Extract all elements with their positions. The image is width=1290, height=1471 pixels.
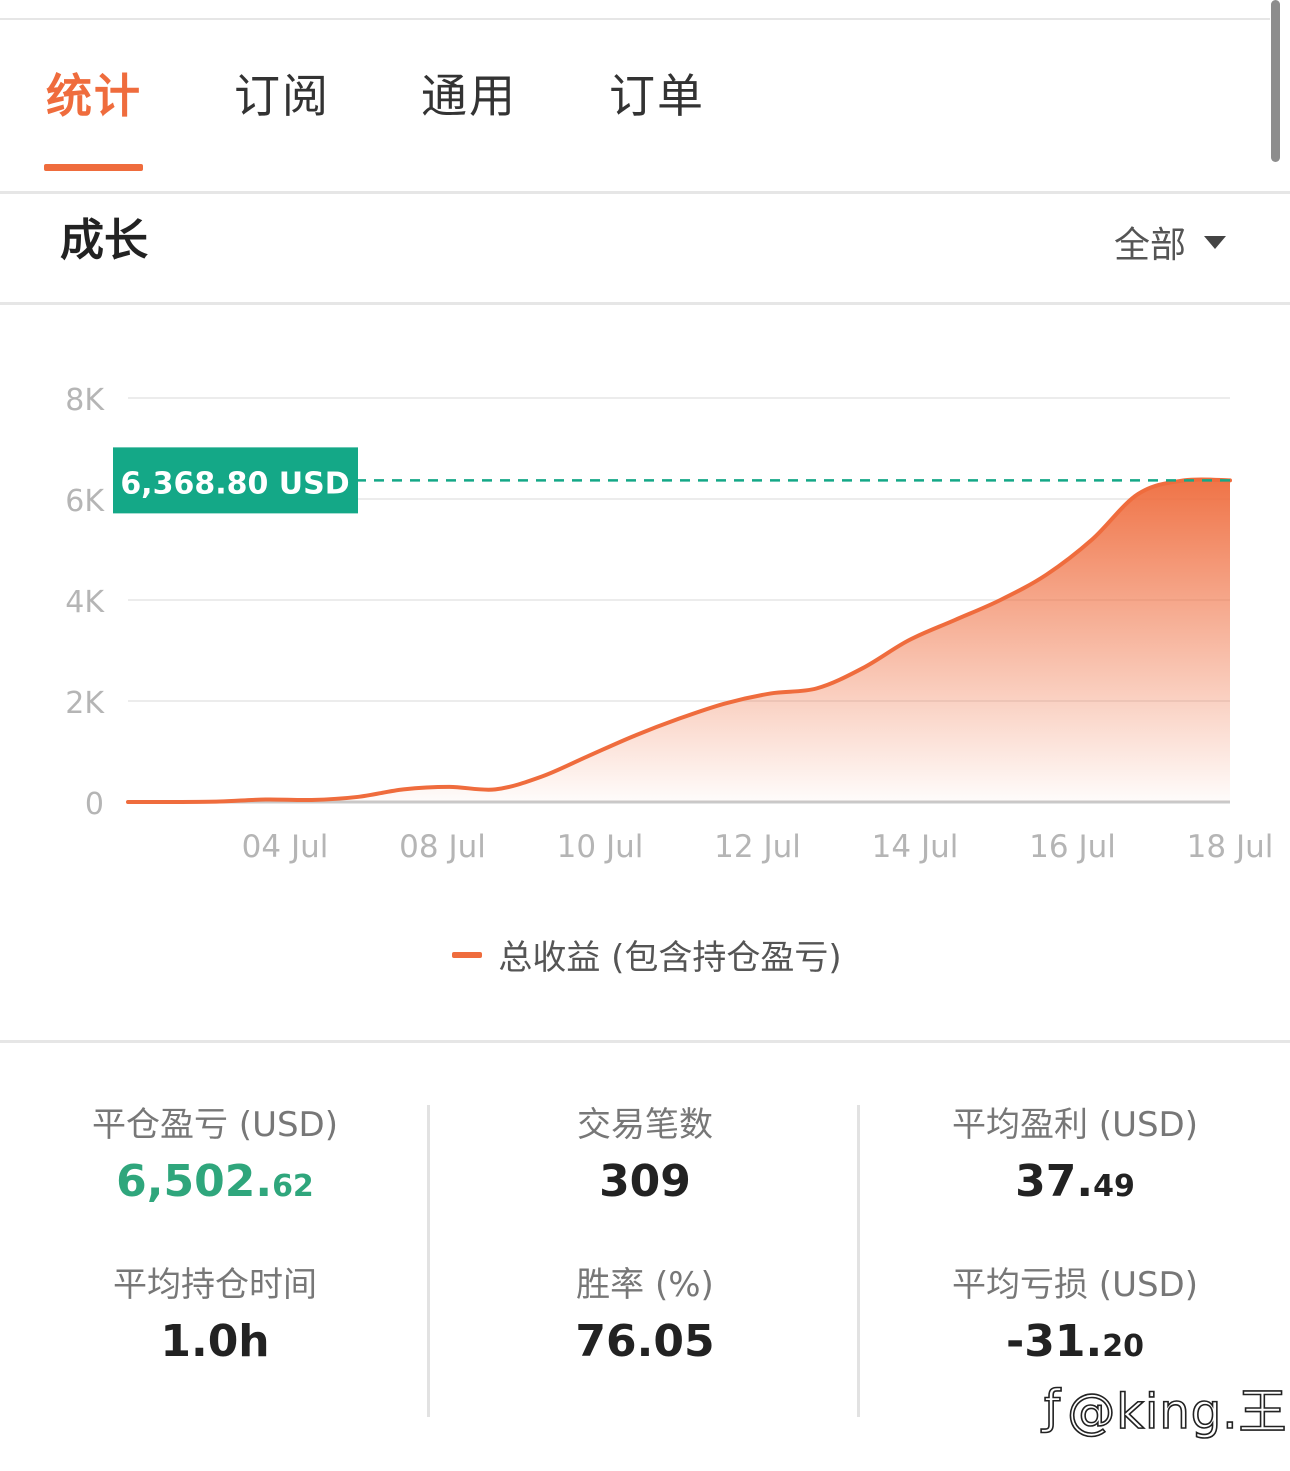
y-tick-label: 6K [65,484,105,519]
stat-label: 平均持仓时间 [113,1265,317,1305]
y-tick-label: 0 [85,787,104,822]
x-tick-label: 14 Jul [872,829,959,865]
stat-value-int: 1.0h [160,1316,270,1367]
stat-value-int: 37. [1015,1156,1094,1207]
tab-orders[interactable]: 订单 [609,68,705,124]
stat-value: 76.05 [430,1316,860,1373]
tab-statistics[interactable]: 统计 [46,68,142,124]
stat-label: 平均亏损 (USD) [952,1265,1198,1305]
tab-bar-divider [0,191,1290,194]
stat-win-rate: 胜率 (%) 76.05 [430,1260,860,1373]
chart-legend: 总收益 (包含持仓盈亏) [0,930,1290,979]
y-tick-label: 2K [65,686,105,721]
stat-value-frac: 20 [1102,1329,1144,1364]
caret-down-icon [1204,235,1227,249]
watermark: ƒ @king.王 [1043,1372,1288,1442]
range-dropdown-label: 全部 [1114,225,1187,266]
stat-label: 平仓盈亏 (USD) [92,1105,338,1145]
stat-value-frac: 49 [1093,1169,1135,1204]
stat-value: -31.20 [860,1316,1290,1373]
y-tick-label: 8K [65,383,105,418]
legend-label: 总收益 (包含持仓盈亏) [498,938,842,978]
growth-chart-svg: 0 2K 4K 6K 8K 04 Jul 08 Jul 10 Jul 12 Jul 14 Jul… [65,383,1274,865]
section-divider [0,302,1290,305]
stat-label: 交易笔数 [577,1105,713,1145]
x-tick-label: 16 Jul [1029,829,1116,865]
series-area [128,479,1230,803]
x-tick-label: 10 Jul [557,829,644,865]
legend-divider [0,1040,1290,1043]
x-tick-label: 18 Jul [1187,829,1274,865]
legend-swatch [452,951,483,958]
stat-value: 37.49 [860,1156,1290,1213]
tab-bar: 统计 订阅 通用 订单 [0,20,1290,194]
zhihu-icon: ƒ [1043,1379,1062,1435]
stats-column-1: 平仓盈亏 (USD) 6,502.62 平均持仓时间 1.0h [0,1100,430,1420]
watermark-text: @king.王 [1066,1383,1288,1441]
stat-label: 胜率 (%) [576,1265,714,1305]
statistics-page: 统计 订阅 通用 订单 成长 全部 0 2K 4K 6K 8K 04 Jul 08 Jul… [0,0,1290,1471]
stat-trade-count: 交易笔数 309 [430,1100,860,1213]
stat-value-int: 6,502. [116,1156,273,1207]
stat-value-int: -31. [1006,1316,1103,1367]
stat-avg-profit: 平均盈利 (USD) 37.49 [860,1100,1290,1213]
stat-label: 平均盈利 (USD) [952,1105,1198,1145]
tab-general[interactable]: 通用 [421,68,517,124]
stat-avg-holding-time: 平均持仓时间 1.0h [0,1260,430,1373]
stat-value-int: 309 [599,1156,691,1207]
stats-column-2: 交易笔数 309 胜率 (%) 76.05 [430,1100,860,1420]
current-value-label: 6,368.80 USD [120,466,349,501]
active-tab-indicator [44,164,143,171]
x-tick-label: 12 Jul [714,829,801,865]
tab-subscription[interactable]: 订阅 [234,68,330,124]
section-title: 成长 [60,215,148,266]
stat-value-frac: 62 [272,1169,314,1204]
stat-closed-pnl: 平仓盈亏 (USD) 6,502.62 [0,1100,430,1213]
y-tick-label: 4K [65,585,105,620]
x-tick-label: 04 Jul [242,829,329,865]
range-dropdown[interactable]: 全部 [1114,218,1227,266]
growth-chart: 0 2K 4K 6K 8K 04 Jul 08 Jul 10 Jul 12 Jul 14 Jul… [0,330,1290,890]
stat-value: 1.0h [0,1316,430,1373]
x-tick-label: 08 Jul [399,829,486,865]
stat-value: 6,502.62 [0,1156,430,1213]
stat-value: 309 [430,1156,860,1213]
stat-value-int: 76.05 [575,1316,715,1367]
stat-avg-loss: 平均亏损 (USD) -31.20 [860,1260,1290,1373]
